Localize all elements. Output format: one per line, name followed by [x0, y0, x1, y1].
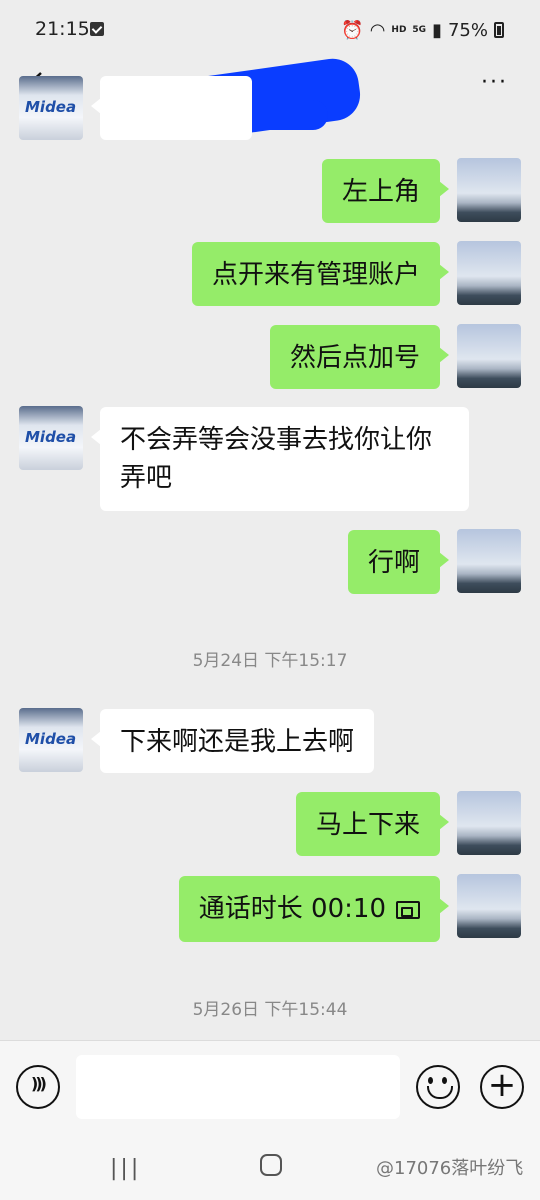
avatar[interactable]: Midea: [19, 76, 83, 140]
home-icon[interactable]: [260, 1154, 282, 1176]
call-record-bubble[interactable]: 通话时长 00:10: [178, 876, 450, 942]
avatar[interactable]: [457, 241, 521, 305]
avatar[interactable]: Midea: [19, 708, 83, 772]
notification-check-icon: [90, 22, 104, 36]
message-input[interactable]: [76, 1055, 400, 1119]
message-bubble[interactable]: 然后点加号: [269, 325, 450, 389]
more-dots-icon[interactable]: ···: [481, 72, 508, 94]
hd-label: HD: [391, 25, 407, 35]
timestamp: 5月24日 下午15:17: [192, 651, 348, 671]
message-bubble[interactable]: 不会弄等会没事去找你让你弄吧: [91, 407, 469, 511]
avatar[interactable]: Midea: [19, 406, 83, 470]
message-bubble[interactable]: 行啊: [347, 530, 450, 594]
alarm-icon: ⏰: [341, 19, 364, 41]
plus-icon[interactable]: +: [480, 1065, 524, 1109]
network-label: 5G: [412, 25, 427, 35]
message-bubble[interactable]: 下来啊还是我上去啊: [90, 709, 375, 773]
emoji-icon[interactable]: [416, 1065, 460, 1109]
status-time: 21:15: [35, 18, 90, 40]
midea-logo: Midea: [25, 428, 77, 446]
input-bar: +: [0, 1040, 540, 1138]
avatar[interactable]: [457, 324, 521, 388]
signal-icon: ▮: [432, 19, 442, 41]
wifi-icon: ◠: [369, 19, 386, 41]
system-nav-bar: ||| @17076落叶纷飞: [0, 1138, 540, 1200]
message-bubble[interactable]: 马上下来: [295, 792, 450, 856]
call-duration-text: 通话时长 00:10: [198, 894, 386, 924]
message-bubble[interactable]: 点开来有管理账户: [191, 242, 450, 306]
midea-logo: Midea: [25, 98, 77, 116]
status-icons: ⏰ ◠ HD 5G ▮ 75%: [341, 18, 504, 42]
watermark: @17076落叶纷飞: [376, 1158, 524, 1179]
voice-call-icon: [396, 901, 420, 919]
avatar[interactable]: [457, 529, 521, 593]
voice-icon[interactable]: [16, 1065, 60, 1109]
avatar[interactable]: [457, 791, 521, 855]
message-bubble-partial[interactable]: [91, 76, 252, 140]
status-bar: 21:15 ⏰ ◠ HD 5G ▮ 75%: [0, 0, 540, 60]
midea-logo: Midea: [25, 730, 77, 748]
avatar[interactable]: [457, 874, 521, 938]
message-bubble[interactable]: 左上角: [321, 159, 450, 223]
battery-icon: [494, 22, 504, 38]
avatar[interactable]: [457, 158, 521, 222]
battery-percent: 75%: [447, 19, 488, 41]
recent-apps-icon[interactable]: |||: [110, 1156, 141, 1181]
timestamp: 5月26日 下午15:44: [192, 1000, 348, 1020]
